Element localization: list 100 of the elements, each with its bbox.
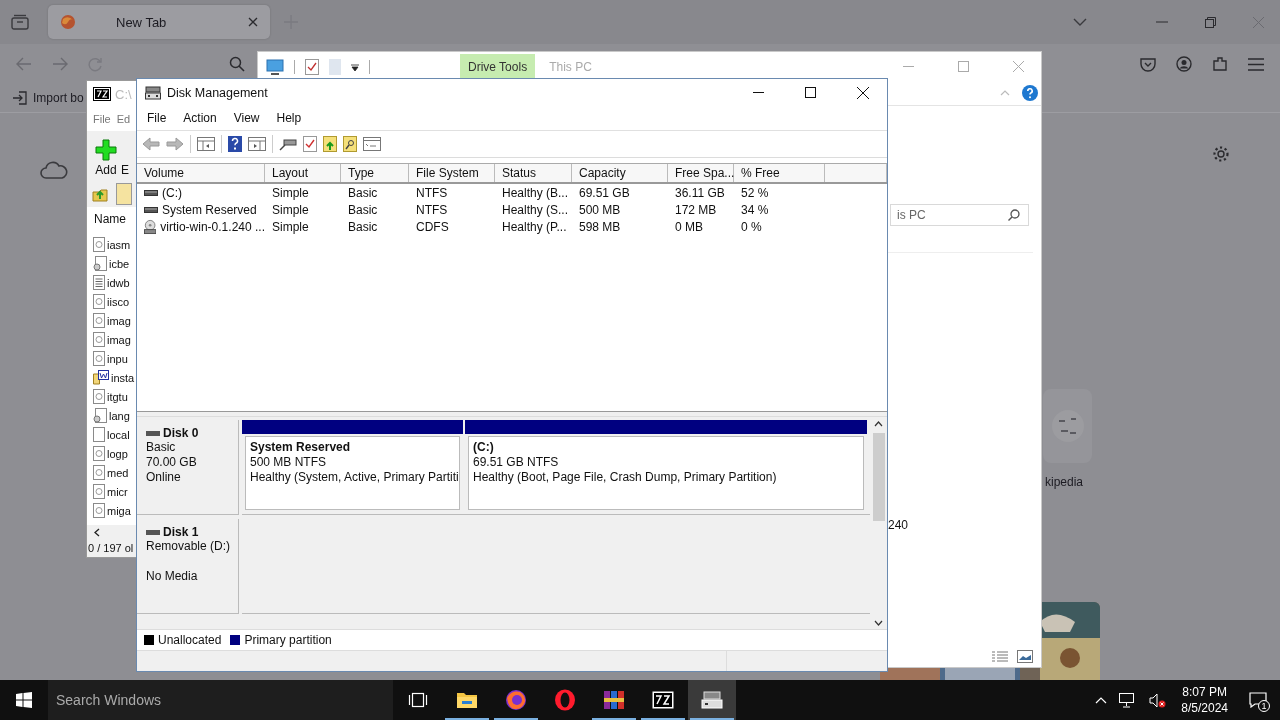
scroll-down-icon[interactable]: [874, 620, 883, 626]
clock[interactable]: 8:07 PM 8/5/2024: [1173, 684, 1236, 716]
account-icon[interactable]: [1176, 56, 1192, 72]
menu-item[interactable]: Help: [276, 111, 302, 125]
menu-icon[interactable]: [1248, 57, 1264, 71]
taskbar-button[interactable]: [688, 680, 736, 720]
column-header[interactable]: % Free: [734, 164, 825, 182]
menu-item[interactable]: File: [93, 113, 111, 125]
close-icon[interactable]: [857, 86, 869, 99]
toolbar-button[interactable]: E: [121, 139, 129, 177]
caret-icon[interactable]: [351, 62, 359, 71]
chevron-down-icon[interactable]: [1073, 18, 1087, 26]
file-name[interactable]: insta: [111, 371, 135, 384]
menu-item[interactable]: View: [233, 111, 260, 125]
window-title: C:\: [115, 86, 132, 102]
extensions-icon[interactable]: [1212, 56, 1228, 72]
bookmark-link[interactable]: Import bo: [33, 91, 84, 105]
start-icon[interactable]: [16, 692, 32, 708]
file-icon: [93, 332, 105, 347]
table-cell: 500 MB: [579, 202, 621, 217]
file-name[interactable]: idwb: [107, 276, 130, 289]
folder-up-icon[interactable]: [323, 136, 337, 152]
search-icon: [1008, 209, 1020, 221]
settings-icon[interactable]: [1212, 145, 1230, 163]
table-cell: 52 %: [741, 185, 769, 200]
help-icon[interactable]: [228, 136, 242, 152]
partition-size: 500 MB NTFS: [250, 455, 328, 470]
column-header[interactable]: Status: [495, 164, 572, 182]
disc-drive-icon: [144, 218, 157, 235]
scroll-left-icon[interactable]: [94, 527, 100, 537]
console-tree-icon[interactable]: [197, 137, 215, 151]
table-cell: Simple: [272, 202, 309, 217]
file-icon: [93, 237, 105, 252]
search-icon[interactable]: [229, 56, 245, 72]
file-name[interactable]: iasm: [107, 238, 131, 251]
properties-icon[interactable]: [305, 58, 319, 75]
help-icon[interactable]: [1022, 85, 1038, 101]
column-header[interactable]: Type: [341, 164, 409, 182]
column-header[interactable]: Volume: [137, 164, 265, 182]
file-icon: [93, 446, 105, 461]
cloud-icon[interactable]: [40, 161, 68, 179]
pane-icon[interactable]: [248, 137, 266, 151]
scroll-up-icon[interactable]: [874, 421, 883, 427]
restore-icon[interactable]: [1205, 16, 1216, 28]
file-name[interactable]: iisco: [107, 295, 129, 308]
toolbar-button[interactable]: Add: [95, 139, 117, 177]
menu-item[interactable]: Ed: [116, 113, 131, 125]
disk-label-panel[interactable]: Disk 0 Basic 70.00 GB Online: [137, 420, 239, 515]
browser-tab[interactable]: New Tab: [48, 5, 270, 39]
table-cell: NTFS: [416, 202, 448, 217]
tile-label: kipedia: [1045, 475, 1084, 489]
file-icon: [93, 503, 105, 518]
partition-status: Healthy (Boot, Page File, Crash Dump, Primary Partition): [473, 470, 778, 485]
folder-search-icon[interactable]: [343, 136, 357, 152]
disk-label-panel[interactable]: Disk 1 Removable (D:) No Media: [137, 519, 239, 614]
address-field[interactable]: [116, 183, 132, 205]
column-header[interactable]: Capacity: [572, 164, 668, 182]
column-header[interactable]: File System: [409, 164, 495, 182]
disk-name: Disk 1: [163, 525, 199, 539]
column-header[interactable]: Layout: [265, 164, 341, 182]
pocket-icon[interactable]: [1140, 56, 1156, 72]
menu-item[interactable]: File: [147, 111, 167, 125]
file-name[interactable]: micr: [107, 485, 128, 498]
file-name[interactable]: inpu: [107, 352, 128, 365]
file-name[interactable]: logp: [107, 447, 128, 460]
table-cell: 36.11 GB: [675, 185, 725, 200]
file-name[interactable]: miga: [107, 504, 131, 517]
file-name[interactable]: itgtu: [107, 390, 128, 403]
search-field[interactable]: Search Windows: [48, 680, 393, 720]
column-header[interactable]: Free Spa...: [668, 164, 734, 182]
search-field[interactable]: is PC: [890, 204, 1029, 226]
file-name[interactable]: imag: [107, 333, 131, 346]
table-cell: NTFS: [416, 185, 448, 200]
window-icon[interactable]: [363, 137, 381, 151]
folder-up-icon[interactable]: [92, 186, 108, 202]
file-name[interactable]: icbe: [109, 257, 130, 270]
file-icon: [93, 313, 105, 328]
file-name[interactable]: lang: [109, 409, 130, 422]
tab-list-icon[interactable]: [11, 14, 29, 30]
volume-muted-icon[interactable]: [1149, 692, 1168, 708]
shortcut-tile[interactable]: [1043, 389, 1092, 463]
drive-icon[interactable]: [279, 137, 297, 151]
table-cell: Healthy (P...: [502, 219, 567, 234]
folder-icon: [456, 691, 478, 709]
maximize-icon[interactable]: [805, 87, 816, 98]
file-name[interactable]: imag: [107, 314, 131, 327]
drive-icon: [144, 205, 158, 214]
table-cell: Basic: [348, 219, 378, 234]
tiles-view-icon[interactable]: [1017, 650, 1033, 663]
partition-name: System Reserved: [250, 440, 352, 455]
file-name[interactable]: med: [107, 466, 129, 479]
scrollbar-thumb[interactable]: [872, 433, 885, 521]
table-cell: Basic: [348, 185, 378, 200]
notification-button[interactable]: 1: [1236, 680, 1280, 720]
table-cell: virtio-win-0.1.240 ...: [160, 219, 265, 234]
firefox-icon: [60, 14, 76, 30]
file-name[interactable]: local: [107, 428, 130, 441]
menu-item[interactable]: Action: [183, 111, 217, 125]
computer-icon: [266, 58, 284, 75]
checklist-icon[interactable]: [303, 136, 317, 152]
